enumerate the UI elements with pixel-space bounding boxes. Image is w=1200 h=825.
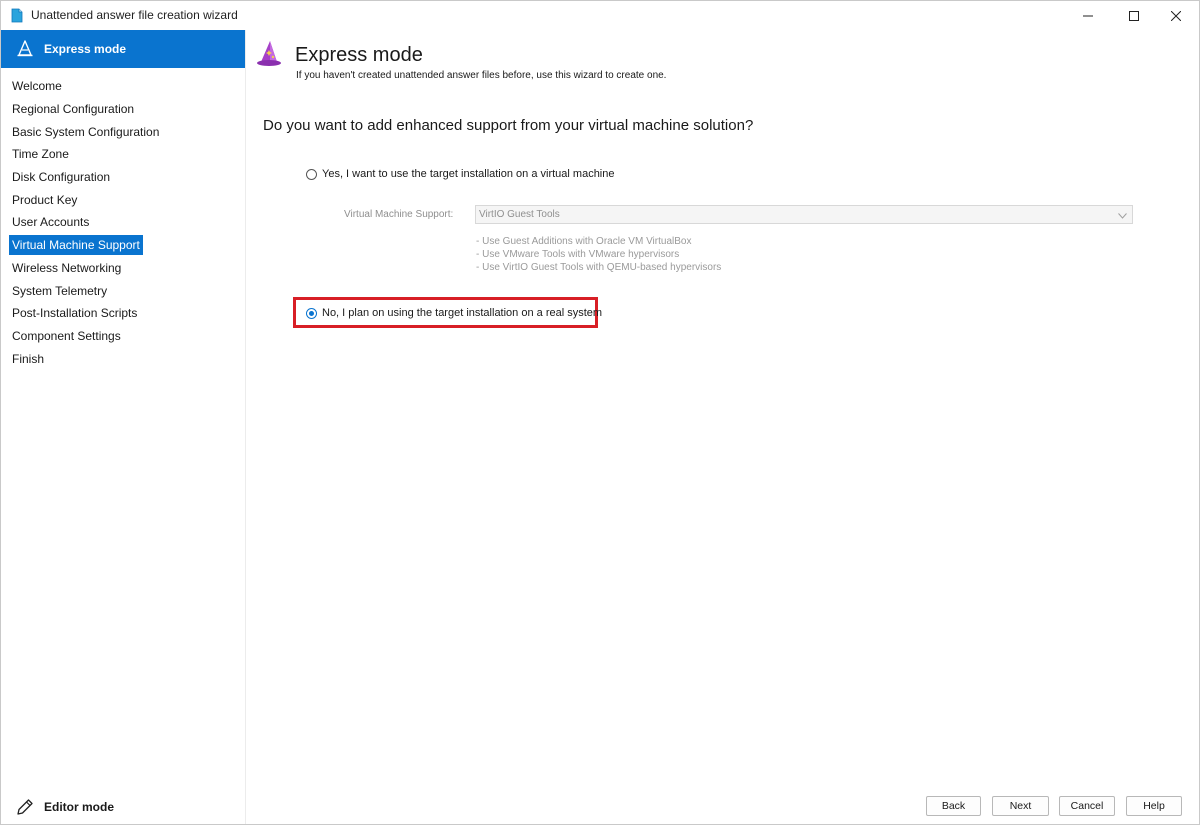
editor-mode-label: Editor mode xyxy=(44,800,115,814)
vm-support-question: Do you want to add enhanced support from… xyxy=(263,117,754,134)
page-subtitle: If you haven't created unattended answer… xyxy=(296,70,667,81)
sidebar-item-basic-system-configuration[interactable]: Basic System Configuration xyxy=(9,122,162,142)
radio-yes[interactable] xyxy=(306,168,317,180)
editor-mode-link[interactable]: Editor mode xyxy=(15,797,114,822)
option-no-label: No, I plan on using the target installat… xyxy=(322,307,603,319)
option-yes-virtual-machine[interactable]: Yes, I want to use the target installati… xyxy=(306,168,615,180)
maximize-icon xyxy=(1129,10,1139,21)
sidebar-item-virtual-machine-support[interactable]: Virtual Machine Support xyxy=(9,235,143,255)
vm-support-label: Virtual Machine Support: xyxy=(344,209,454,220)
back-button[interactable]: Back xyxy=(926,796,981,816)
next-button[interactable]: Next xyxy=(992,796,1049,816)
minimize-icon xyxy=(1083,11,1093,21)
sidebar-item-regional-configuration[interactable]: Regional Configuration xyxy=(9,99,137,119)
sidebar-item-system-telemetry[interactable]: System Telemetry xyxy=(9,281,110,301)
window-title: Unattended answer file creation wizard xyxy=(31,8,238,22)
wizard-window: Unattended answer file creation wizard E… xyxy=(0,0,1200,825)
close-icon xyxy=(1171,10,1181,21)
cancel-button[interactable]: Cancel xyxy=(1059,796,1115,816)
vm-support-dropdown[interactable]: VirtIO Guest Tools xyxy=(475,205,1133,224)
sidebar-item-finish[interactable]: Finish xyxy=(9,349,47,369)
main-panel: Express mode If you haven't created unat… xyxy=(246,30,1199,824)
pencil-icon xyxy=(15,797,35,822)
option-no-real-system[interactable]: No, I plan on using the target installat… xyxy=(306,307,602,319)
sidebar-item-disk-configuration[interactable]: Disk Configuration xyxy=(9,167,113,187)
option-yes-label: Yes, I want to use the target installati… xyxy=(322,168,615,180)
minimize-button[interactable] xyxy=(1065,1,1111,30)
sidebar-item-welcome[interactable]: Welcome xyxy=(9,76,65,96)
close-button[interactable] xyxy=(1153,1,1199,30)
sidebar-item-product-key[interactable]: Product Key xyxy=(9,190,80,210)
sidebar-header-express-mode[interactable]: Express mode xyxy=(1,30,245,68)
vm-hint-virtualbox: - Use Guest Additions with Oracle VM Vir… xyxy=(476,236,692,247)
vm-hint-virtio: - Use VirtIO Guest Tools with QEMU-based… xyxy=(476,262,722,273)
wizard-hat-icon xyxy=(256,40,284,73)
page-title: Express mode xyxy=(295,44,423,66)
sidebar: Express mode Welcome Regional Configurat… xyxy=(1,30,246,824)
maximize-button[interactable] xyxy=(1111,1,1157,30)
chevron-down-icon xyxy=(1118,211,1127,222)
sidebar-item-user-accounts[interactable]: User Accounts xyxy=(9,212,92,232)
sidebar-item-time-zone[interactable]: Time Zone xyxy=(9,144,72,164)
sidebar-item-post-installation-scripts[interactable]: Post-Installation Scripts xyxy=(9,303,140,323)
document-icon xyxy=(11,8,23,23)
help-button[interactable]: Help xyxy=(1126,796,1182,816)
vm-support-value: VirtIO Guest Tools xyxy=(479,209,560,220)
sidebar-item-wireless-networking[interactable]: Wireless Networking xyxy=(9,258,124,278)
sidebar-item-component-settings[interactable]: Component Settings xyxy=(9,326,124,346)
radio-no[interactable] xyxy=(306,307,317,319)
wizard-hat-icon xyxy=(16,40,34,63)
title-bar: Unattended answer file creation wizard xyxy=(1,1,1199,30)
sidebar-header-label: Express mode xyxy=(44,42,127,56)
vm-hint-vmware: - Use VMware Tools with VMware hyperviso… xyxy=(476,249,680,260)
